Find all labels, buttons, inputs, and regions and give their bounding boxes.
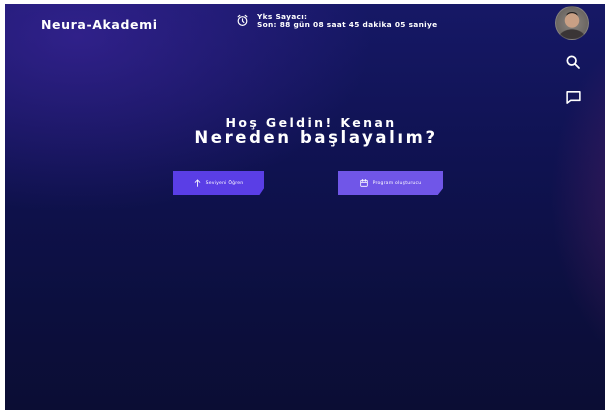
countdown-remaining: Son: 88 gün 08 saat 45 dakika 05 saniye — [257, 19, 438, 29]
app-logo[interactable]: Neura-Akademi — [41, 17, 158, 32]
program-builder-label: Program oluşturucu — [372, 180, 422, 186]
chat-icon — [565, 89, 582, 110]
search-icon — [565, 54, 581, 74]
app-window: Neura-Akademi Yks Sayacı: Son: 88 gün 08… — [5, 4, 605, 410]
learn-level-label: Seviyeni Öğren — [205, 180, 244, 186]
alarm-clock-icon — [236, 14, 249, 27]
calendar-icon — [359, 179, 373, 187]
start-question-heading: Nereden başlayalım? — [194, 128, 438, 147]
arrow-up-icon — [194, 179, 206, 187]
search-button[interactable] — [563, 54, 583, 74]
program-builder-button[interactable]: Program oluşturucu — [338, 171, 443, 195]
chat-button[interactable] — [563, 89, 583, 109]
learn-level-button[interactable]: Seviyeni Öğren — [173, 171, 264, 195]
countdown-text: Yks Sayacı: Son: 88 gün 08 saat 45 dakik… — [257, 13, 437, 28]
user-avatar[interactable] — [555, 6, 589, 40]
yks-countdown: Yks Sayacı: Son: 88 gün 08 saat 45 dakik… — [236, 13, 437, 28]
